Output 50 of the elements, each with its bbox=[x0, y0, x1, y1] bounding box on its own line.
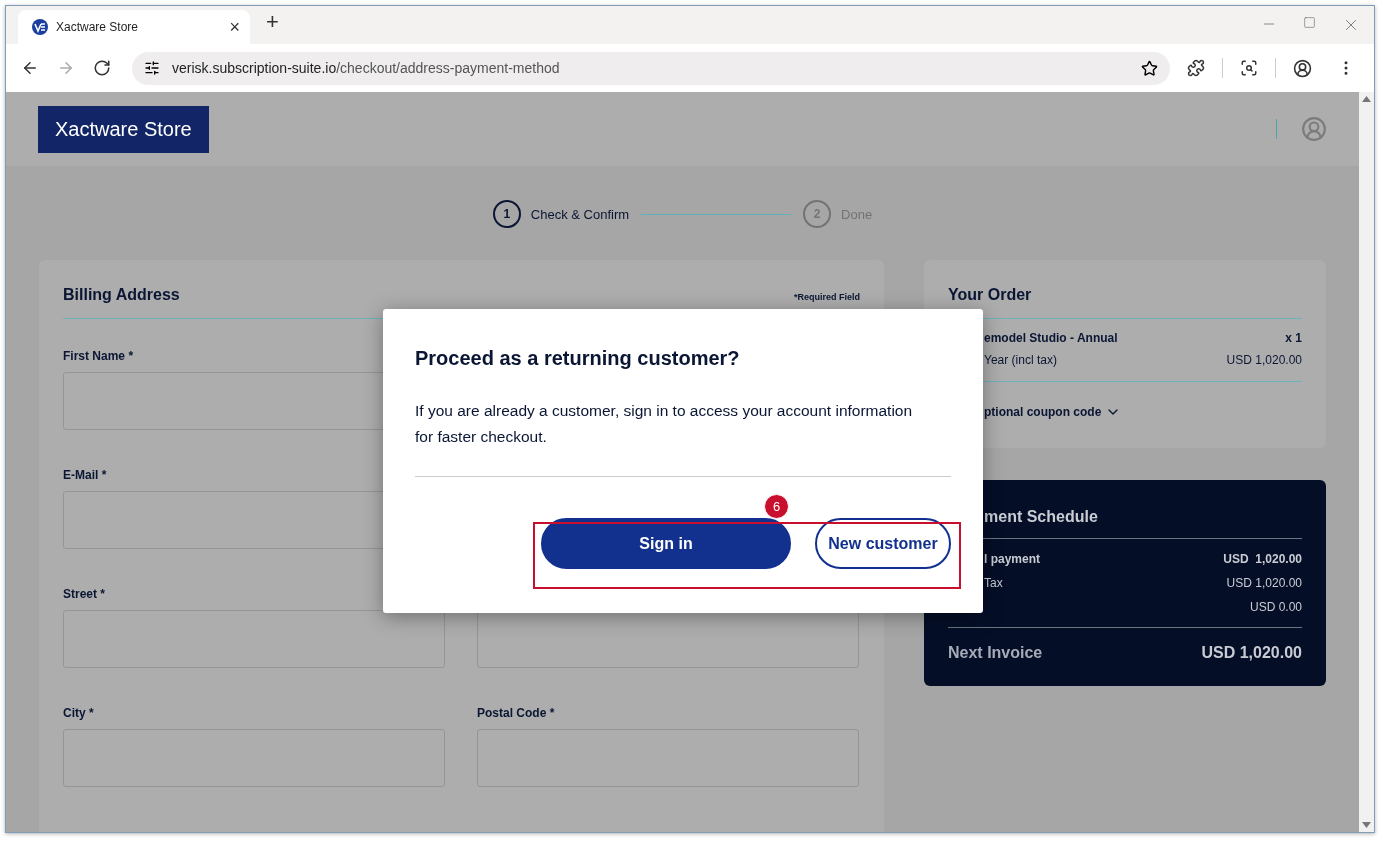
schedule-value: USD 1,020.00 bbox=[1226, 575, 1302, 592]
field-label: E-Mail * bbox=[63, 468, 107, 482]
price: USD 1,020.00 bbox=[1226, 353, 1302, 367]
scroll-down-icon[interactable] bbox=[1362, 822, 1371, 828]
reload-icon[interactable] bbox=[93, 59, 111, 77]
field-label: Street * bbox=[63, 587, 106, 601]
total-value: USD 1,020.00 bbox=[1201, 644, 1302, 662]
quantity: x 1 bbox=[1285, 331, 1302, 345]
address-bar[interactable]: verisk.subscription-suite.io/checkout/address-payment-method bbox=[132, 51, 1170, 85]
field-label: City * bbox=[63, 706, 94, 720]
schedule-label: Tax bbox=[984, 575, 1003, 592]
browser-tab[interactable]: Xactware Store × bbox=[18, 10, 250, 44]
new-customer-button[interactable]: New customer bbox=[815, 518, 951, 569]
logo-icon bbox=[32, 19, 48, 35]
billing-title: Billing Address bbox=[63, 286, 180, 304]
schedule-title: ment Schedule bbox=[984, 508, 1098, 526]
step-number: 1 bbox=[492, 200, 521, 228]
text-field[interactable] bbox=[63, 610, 445, 668]
step-badge: 6 bbox=[764, 494, 789, 519]
bookmark-star-icon[interactable] bbox=[1141, 59, 1158, 77]
account-icon[interactable] bbox=[1301, 116, 1327, 142]
dialog-title: Proceed as a returning customer? bbox=[415, 347, 741, 370]
scroll-up-icon[interactable] bbox=[1362, 96, 1371, 102]
profile-icon[interactable] bbox=[1292, 58, 1312, 78]
close-tab-button[interactable]: × bbox=[229, 18, 240, 36]
billing-period: Year (incl tax) bbox=[984, 353, 1057, 367]
extensions-icon[interactable] bbox=[1187, 59, 1205, 77]
required-note: *Required Field bbox=[794, 292, 860, 302]
product-name: emodel Studio - Annual bbox=[984, 331, 1118, 345]
step-label: Check & Confirm bbox=[530, 206, 630, 222]
new-tab-button[interactable]: + bbox=[266, 11, 279, 33]
text-field[interactable] bbox=[477, 729, 859, 787]
text-field[interactable] bbox=[63, 729, 445, 787]
text-field[interactable] bbox=[477, 610, 859, 668]
total-label: Next Invoice bbox=[948, 644, 1043, 662]
tab-title: Xactware Store bbox=[56, 20, 140, 34]
dialog-text: If you are already a customer, sign in to access your account information for faster checkout. bbox=[415, 401, 914, 447]
coupon-toggle[interactable]: ptional coupon code bbox=[984, 404, 1122, 420]
maximize-icon[interactable] bbox=[1303, 16, 1316, 29]
site-settings-icon[interactable] bbox=[144, 60, 160, 76]
schedule-label: l payment bbox=[984, 551, 1040, 568]
sign-in-button[interactable]: Sign in bbox=[541, 518, 791, 569]
back-icon[interactable] bbox=[21, 59, 39, 77]
field-label: Postal Code * bbox=[477, 706, 555, 720]
field-label: First Name * bbox=[63, 349, 134, 363]
order-title: Your Order bbox=[948, 286, 1032, 304]
store-logo[interactable]: Xactware Store bbox=[38, 105, 209, 153]
schedule-value: USD 0.00 bbox=[1249, 599, 1302, 616]
schedule-value: USD 1,020.00 bbox=[1223, 551, 1302, 568]
screen-search-icon[interactable] bbox=[1240, 59, 1258, 77]
